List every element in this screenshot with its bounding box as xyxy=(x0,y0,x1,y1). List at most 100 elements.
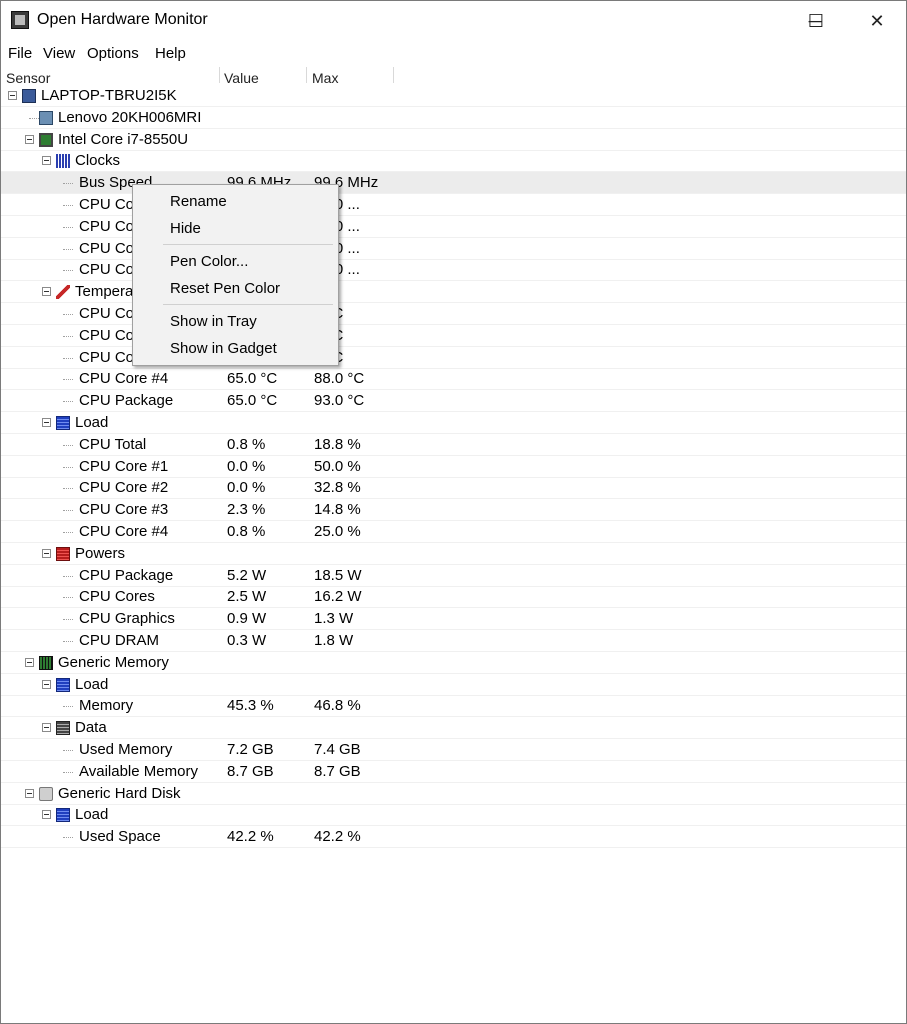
sensor-max: 93.0 °C xyxy=(314,392,365,410)
memory-icon xyxy=(39,655,53,670)
tree-row[interactable]: CPU Core #2 0.0 % 32.8 % xyxy=(1,477,906,500)
collapse-toggle-icon[interactable] xyxy=(42,548,51,558)
sensor-max: 8.7 GB xyxy=(314,762,361,780)
sensor-value: 42.2 % xyxy=(227,828,274,846)
tree-row[interactable]: CPU DRAM 0.3 W 1.8 W xyxy=(1,630,906,652)
sensor-value: 2.5 W xyxy=(227,588,267,606)
app-window: Open Hardware Monitor ─ ☐ ✕ File View Op… xyxy=(0,0,907,1024)
tree-connector xyxy=(63,619,73,621)
menu-show-in-tray[interactable]: Show in Tray xyxy=(170,313,257,330)
menu-rename[interactable]: Rename xyxy=(170,193,227,210)
sensor-max: 32.8 % xyxy=(314,479,361,497)
tree-connector xyxy=(63,641,73,643)
load-icon xyxy=(56,677,70,692)
tree-row[interactable]: CPU Core #3 2.3 % 14.8 % xyxy=(1,499,906,522)
menu-reset-pen-color[interactable]: Reset Pen Color xyxy=(170,280,280,297)
sensor-name: CPU Cores xyxy=(79,588,155,606)
sensor-name: Memory xyxy=(79,697,134,715)
collapse-toggle-icon[interactable] xyxy=(42,287,51,297)
tree-row[interactable]: Lenovo 20KH006MRI xyxy=(1,107,906,129)
power-icon xyxy=(56,546,70,561)
collapse-toggle-icon[interactable] xyxy=(42,810,51,820)
tree-row[interactable]: Powers xyxy=(1,543,906,565)
column-divider[interactable] xyxy=(306,67,307,83)
tree-row[interactable]: Intel Core i7-8550U xyxy=(1,129,906,151)
sensor-name: CPU Core #4 xyxy=(79,370,169,388)
collapse-toggle-icon[interactable] xyxy=(25,134,34,144)
sensor-max: 46.8 % xyxy=(314,697,361,715)
thermometer-icon xyxy=(56,285,70,300)
data-icon xyxy=(56,721,70,736)
sensor-name: Available Memory xyxy=(79,762,198,780)
tree-row[interactable]: CPU Package 65.0 °C 93.0 °C xyxy=(1,390,906,413)
menu-help[interactable]: Help xyxy=(155,45,186,62)
sensor-value: 0.0 % xyxy=(227,457,266,475)
collapse-toggle-icon[interactable] xyxy=(42,679,51,689)
sensor-name: Used Space xyxy=(79,828,161,846)
collapse-toggle-icon[interactable] xyxy=(42,156,51,166)
sensor-value: 65.0 °C xyxy=(227,370,278,388)
tree-row[interactable]: Used Memory 7.2 GB 7.4 GB xyxy=(1,739,906,761)
sensor-name: Clocks xyxy=(75,152,121,170)
tree-row[interactable]: Load xyxy=(1,804,906,827)
sensor-name: Load xyxy=(75,675,109,693)
tree-connector xyxy=(63,205,73,207)
tree-connector xyxy=(63,706,73,708)
sensor-value: 2.3 % xyxy=(227,501,266,519)
menu-options[interactable]: Options xyxy=(87,45,139,62)
minimize-button-2[interactable] xyxy=(723,1,785,41)
tree-row[interactable]: Load xyxy=(1,412,906,434)
tree-row[interactable]: CPU Core #4 0.8 % 25.0 % xyxy=(1,521,906,543)
collapse-toggle-icon[interactable] xyxy=(42,723,51,733)
tree-row[interactable]: CPU Core #1 0.0 % 50.0 % xyxy=(1,456,906,478)
menu-show-in-gadget[interactable]: Show in Gadget xyxy=(170,340,277,357)
tree-row[interactable]: CPU Cores 2.5 W 16.2 W xyxy=(1,586,906,609)
tree-row[interactable]: CPU Core #4 65.0 °C 88.0 °C xyxy=(1,368,906,391)
tree-row[interactable]: Memory 45.3 % 46.8 % xyxy=(1,695,906,718)
menu-file[interactable]: File xyxy=(8,45,32,62)
tree-connector xyxy=(63,771,73,774)
tree-connector xyxy=(63,837,73,839)
window-title: Open Hardware Monitor xyxy=(37,11,208,28)
tree-connector xyxy=(63,532,73,534)
tree-row[interactable]: LAPTOP-TBRU2I5K xyxy=(1,85,906,107)
sensor-name: Powers xyxy=(75,544,126,562)
collapse-toggle-icon[interactable] xyxy=(25,788,34,798)
sensor-name: CPU Core #1 xyxy=(79,457,169,475)
sensor-max: 14.8 % xyxy=(314,501,361,519)
column-max[interactable]: Max xyxy=(312,70,338,85)
menu-hide[interactable]: Hide xyxy=(170,220,201,237)
column-divider[interactable] xyxy=(393,67,394,83)
app-icon xyxy=(11,11,29,29)
column-value[interactable]: Value xyxy=(224,70,259,85)
tree-row[interactable]: Clocks xyxy=(1,150,906,173)
sensor-name: CPU Package xyxy=(79,392,174,410)
menu-pen-color[interactable]: Pen Color... xyxy=(170,253,248,270)
sensor-name: Generic Hard Disk xyxy=(58,784,181,802)
tree-connector xyxy=(63,335,73,338)
tree-row[interactable]: Generic Hard Disk xyxy=(1,783,906,805)
sensor-name: Load xyxy=(75,806,109,824)
column-sensor[interactable]: Sensor xyxy=(6,70,50,85)
column-header: Sensor Value Max xyxy=(1,65,906,85)
tree-row[interactable]: Used Space 42.2 % 42.2 % xyxy=(1,826,906,849)
close-button[interactable]: ✕ xyxy=(846,1,907,41)
sensor-name: CPU Core #3 xyxy=(79,501,169,519)
tree-row[interactable]: CPU Total 0.8 % 18.8 % xyxy=(1,434,906,456)
column-divider[interactable] xyxy=(219,67,220,83)
load-icon xyxy=(56,808,70,823)
tree-row[interactable]: Generic Memory xyxy=(1,652,906,674)
collapse-toggle-icon[interactable] xyxy=(8,91,17,100)
tree-row[interactable]: CPU Package 5.2 W 18.5 W xyxy=(1,565,906,587)
tree-row[interactable]: CPU Graphics 0.9 W 1.3 W xyxy=(1,608,906,631)
menu-separator xyxy=(163,304,333,305)
tree-connector xyxy=(63,575,73,578)
collapse-toggle-icon[interactable] xyxy=(25,657,34,667)
collapse-toggle-icon[interactable] xyxy=(42,418,51,427)
context-menu: Rename Hide Pen Color... Reset Pen Color… xyxy=(132,184,339,366)
tree-row[interactable]: Load xyxy=(1,674,906,696)
tree-row[interactable]: Available Memory 8.7 GB 8.7 GB xyxy=(1,761,906,783)
maximize-button[interactable]: ☐ xyxy=(785,1,847,41)
menu-view[interactable]: View xyxy=(43,45,75,62)
tree-row[interactable]: Data xyxy=(1,717,906,740)
